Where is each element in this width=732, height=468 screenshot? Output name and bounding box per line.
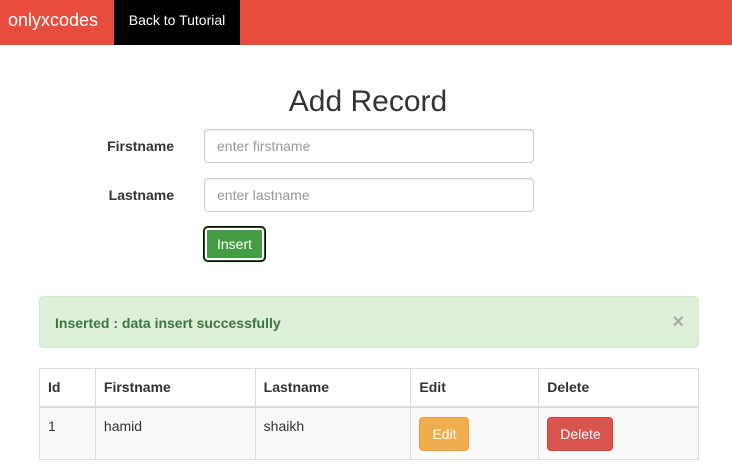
brand-link[interactable]: onlyxcodes	[8, 0, 98, 40]
firstname-input[interactable]	[204, 129, 534, 163]
edit-button[interactable]: Edit	[419, 416, 470, 451]
header-lastname: Lastname	[254, 368, 412, 408]
cell-lastname: shaikh	[254, 406, 412, 460]
table-header-row: Id Firstname Lastname Edit Delete	[39, 368, 699, 408]
cell-id: 1	[39, 406, 96, 460]
header-edit: Edit	[410, 368, 540, 408]
cell-firstname: hamid	[94, 406, 256, 460]
header-firstname: Firstname	[94, 368, 256, 408]
cell-edit: Edit	[410, 406, 540, 460]
lastname-input[interactable]	[204, 178, 534, 212]
cell-delete: Delete	[538, 406, 699, 460]
alert-message: Inserted : data insert successfully	[55, 315, 281, 331]
lastname-label: Lastname	[108, 187, 174, 203]
header-id: Id	[39, 368, 96, 408]
firstname-label: Firstname	[107, 138, 174, 154]
navbar: onlyxcodes Back to Tutorial	[0, 0, 732, 45]
records-table: Id Firstname Lastname Edit Delete 1 hami…	[39, 368, 699, 460]
close-icon[interactable]: ×	[672, 310, 684, 334]
header-delete: Delete	[538, 368, 699, 408]
success-alert: Inserted : data insert successfully ×	[39, 296, 699, 348]
table-row: 1 hamid shaikh Edit Delete	[39, 406, 699, 460]
page-title: Add Record	[288, 85, 448, 118]
delete-button[interactable]: Delete	[547, 416, 614, 451]
back-to-tutorial-link[interactable]: Back to Tutorial	[114, 0, 240, 45]
insert-button[interactable]: Insert	[204, 227, 265, 261]
